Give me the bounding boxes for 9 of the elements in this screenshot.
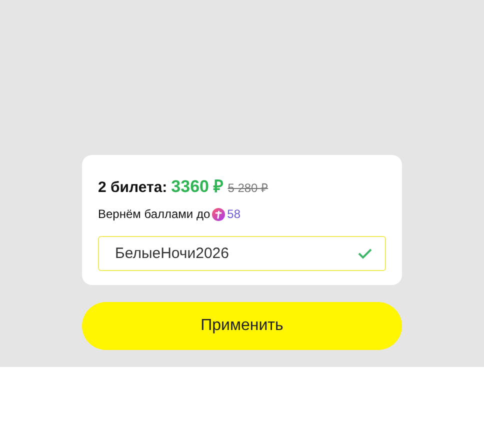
check-icon: [358, 248, 372, 259]
apply-button[interactable]: Применить: [82, 302, 402, 350]
price: 3360 ₽: [171, 176, 224, 197]
points-amount: 58: [227, 207, 241, 221]
points-icon: [212, 208, 226, 220]
cashback-text: Вернём баллами до: [98, 207, 210, 221]
old-price: 5 280 ₽: [228, 180, 268, 196]
ticket-count: 2 билета:: [98, 179, 168, 196]
promo-code-field[interactable]: БелыеНочи2026: [98, 236, 386, 271]
